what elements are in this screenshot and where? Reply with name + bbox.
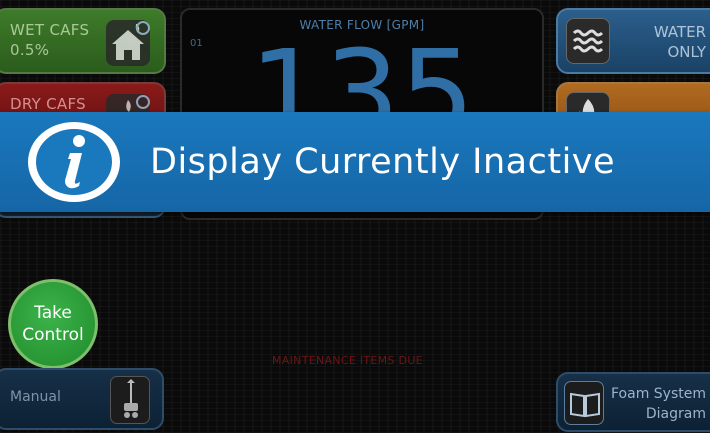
inactive-banner: Display Currently Inactive <box>0 112 710 212</box>
wet-cafs-percent: 0.5% <box>10 41 50 59</box>
foam-system-diagram-button[interactable]: Foam System Diagram <box>556 372 710 432</box>
valve-handle-icon <box>110 376 150 424</box>
manual-label: Manual <box>10 389 61 405</box>
water-waves-icon <box>566 18 610 64</box>
dry-cafs-label: DRY CAFS <box>10 95 86 113</box>
foam-system-diagram-label: Foam System Diagram <box>611 384 706 424</box>
take-control-line2: Control <box>22 325 84 345</box>
water-only-label: WATER ONLY <box>654 22 706 62</box>
wet-cafs-label: WET CAFS 0.5% <box>10 20 89 60</box>
wet-cafs-button[interactable]: WET CAFS 0.5% <box>0 8 166 74</box>
foam-system-diagram-line2: Diagram <box>645 406 706 422</box>
book-icon <box>564 381 604 425</box>
manual-button[interactable]: Manual <box>0 368 164 430</box>
take-control-button[interactable]: Take Control <box>8 279 98 369</box>
water-only-button[interactable]: WATER ONLY <box>556 8 710 74</box>
water-only-line1: WATER <box>653 23 706 41</box>
inactive-display-screen: WET CAFS 0.5% DRY CAFS WATER ONLY WATER … <box>0 0 710 433</box>
water-only-line2: ONLY <box>667 43 706 61</box>
foam-system-diagram-line1: Foam System <box>611 386 706 402</box>
inactive-banner-text: Display Currently Inactive <box>150 142 616 182</box>
take-control-line1: Take <box>34 303 72 323</box>
wet-cafs-title: WET CAFS <box>10 21 90 39</box>
maintenance-alert[interactable]: MAINTENANCE ITEMS DUE <box>272 354 423 367</box>
house-fire-icon <box>106 20 150 66</box>
info-icon <box>28 122 120 202</box>
